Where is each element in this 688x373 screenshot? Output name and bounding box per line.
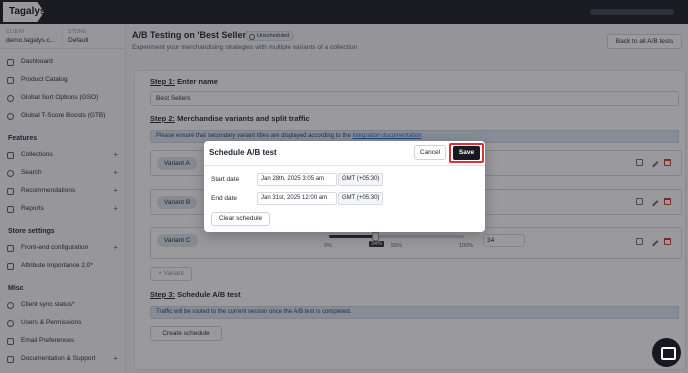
- end-date-label: End date: [211, 195, 238, 202]
- modal-title: Schedule A/B test: [209, 148, 277, 157]
- end-date-input[interactable]: Jan 31st, 2025 12:00 am: [257, 192, 337, 205]
- modal-divider: [204, 165, 485, 166]
- cancel-button[interactable]: Cancel: [414, 145, 446, 160]
- chat-launcher-icon[interactable]: [652, 338, 681, 367]
- save-highlight: Save: [449, 143, 484, 163]
- save-button[interactable]: Save: [453, 146, 480, 160]
- clear-schedule-button[interactable]: Clear schedule: [211, 212, 270, 226]
- end-timezone: GMT (+05:30): [338, 192, 384, 205]
- start-timezone: GMT (+05:30): [338, 173, 384, 186]
- start-date-input[interactable]: Jan 28th, 2025 3:05 am: [257, 173, 337, 186]
- schedule-modal: Schedule A/B test Cancel Save Start date…: [204, 141, 485, 232]
- start-date-label: Start date: [211, 176, 240, 183]
